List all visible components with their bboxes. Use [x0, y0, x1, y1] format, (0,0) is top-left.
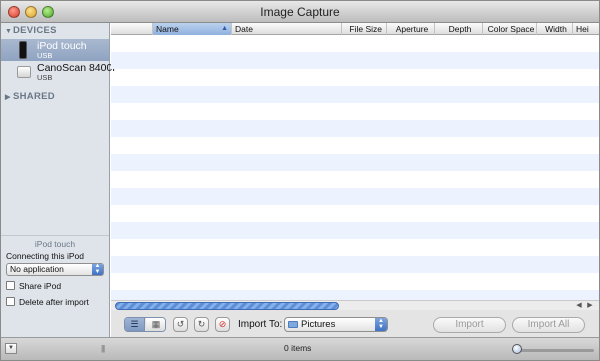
- list-view-icon[interactable]: ☰: [125, 318, 145, 331]
- popup-arrows-icon: ▲ ▼: [92, 263, 103, 275]
- panel-device-title: iPod touch: [34, 239, 76, 249]
- rotate-right-icon: ↻: [197, 319, 206, 329]
- column-label: Aperture: [395, 24, 429, 34]
- shared-section-header[interactable]: ▶ SHARED: [1, 89, 109, 105]
- table-row: [111, 35, 599, 52]
- sidebar-menu-button[interactable]: ▼: [5, 343, 17, 354]
- table-row: [111, 239, 599, 256]
- window-title: Image Capture: [260, 5, 340, 19]
- rotate-left-button[interactable]: ↺: [173, 317, 188, 332]
- share-ipod-row[interactable]: Share iPod: [1, 280, 109, 295]
- import-button[interactable]: Import: [433, 317, 506, 333]
- zoom-window-button[interactable]: [42, 6, 54, 18]
- shared-header-label: SHARED: [13, 91, 55, 102]
- table-row: [111, 256, 599, 273]
- table-row: [111, 273, 599, 290]
- device-connection: USB: [37, 73, 53, 82]
- scrollbar-thumb[interactable]: [115, 302, 339, 310]
- minimize-window-button[interactable]: [25, 6, 37, 18]
- resize-grip-icon[interactable]: |||: [101, 344, 105, 353]
- column-header-file-size[interactable]: File Size: [342, 23, 387, 35]
- column-label: Name: [156, 24, 179, 34]
- scroll-right-arrow-icon[interactable]: ▶: [586, 301, 594, 310]
- column-label: Hei: [576, 24, 589, 34]
- title-bar: Image Capture: [1, 1, 599, 23]
- status-bar: ▼ ||| 0 items: [1, 337, 599, 360]
- device-canoscan[interactable]: CanoScan 8400F USB: [1, 61, 119, 83]
- column-header-blank: [111, 23, 153, 35]
- delete-button[interactable]: ⊘: [215, 317, 230, 332]
- table-row: [111, 290, 599, 300]
- table-row: [111, 171, 599, 188]
- import-destination-value: Pictures: [301, 319, 336, 330]
- table-row: [111, 103, 599, 120]
- table-row: [111, 188, 599, 205]
- device-connection: USB: [37, 51, 53, 60]
- view-mode-control[interactable]: ☰ ▦: [124, 317, 166, 332]
- table-row: [111, 86, 599, 103]
- column-header-date[interactable]: Date: [232, 23, 342, 35]
- table-row: [111, 154, 599, 171]
- table-rows: [111, 35, 599, 300]
- import-destination-popup[interactable]: Pictures ▲ ▼: [284, 317, 388, 332]
- delete-after-import-checkbox[interactable]: [6, 297, 15, 306]
- close-window-button[interactable]: [8, 6, 20, 18]
- import-to-label: Import To:: [238, 319, 283, 330]
- table-row: [111, 120, 599, 137]
- table-row: [111, 222, 599, 239]
- column-label: Date: [235, 24, 253, 34]
- open-application-value: No application: [10, 264, 64, 274]
- ipod-icon: [19, 41, 27, 59]
- item-count: 0 items: [284, 343, 312, 353]
- popup-arrows-icon: ▲ ▼: [375, 318, 387, 331]
- column-header-color-space[interactable]: Color Space: [483, 23, 537, 35]
- connecting-opens-label: Connecting this iPod opens:: [6, 251, 84, 273]
- device-options-panel: iPod touch Connecting this iPod opens: N…: [1, 235, 109, 323]
- disclosure-down-icon[interactable]: ▼: [5, 24, 13, 40]
- scroll-left-arrow-icon[interactable]: ◀: [575, 301, 583, 310]
- sidebar: ▼DEVICES iPod touch USB CanoScan 8400F U…: [1, 23, 119, 337]
- column-header-row: Name ▲ Date File Size Aperture Depth Col…: [111, 23, 599, 35]
- table-row: [111, 69, 599, 86]
- disclosure-right-icon[interactable]: ▶: [5, 90, 13, 106]
- column-header-aperture[interactable]: Aperture: [387, 23, 435, 35]
- device-ipod-touch[interactable]: iPod touch USB: [1, 39, 109, 61]
- horizontal-scrollbar[interactable]: ◀ ▶: [111, 300, 599, 310]
- thumbnail-size-slider[interactable]: [516, 349, 594, 352]
- column-header-name[interactable]: Name ▲: [153, 23, 232, 35]
- column-label: Color Space: [487, 24, 535, 34]
- chevron-down-icon: ▼: [8, 345, 14, 351]
- table-row: [111, 137, 599, 154]
- column-header-height[interactable]: Hei: [573, 23, 599, 35]
- column-label: File Size: [349, 24, 382, 34]
- image-capture-window: Image Capture ▼DEVICES iPod touch USB Ca…: [0, 0, 600, 361]
- slider-knob[interactable]: [512, 344, 522, 354]
- table-row: [111, 205, 599, 222]
- delete-after-import-row[interactable]: Delete after import: [1, 296, 109, 311]
- folder-icon: [288, 321, 298, 328]
- sort-ascending-icon: ▲: [221, 25, 228, 32]
- share-ipod-checkbox[interactable]: [6, 281, 15, 290]
- scanner-icon: [17, 63, 31, 78]
- import-all-button[interactable]: Import All: [512, 317, 585, 333]
- icon-view-icon[interactable]: ▦: [146, 318, 165, 331]
- devices-section-header[interactable]: ▼DEVICES: [1, 23, 109, 39]
- column-label: Width: [545, 24, 567, 34]
- open-application-popup[interactable]: No application ▲ ▼: [6, 263, 104, 276]
- delete-after-import-label: Delete after import: [19, 297, 89, 307]
- rotate-right-button[interactable]: ↻: [194, 317, 209, 332]
- column-header-width[interactable]: Width: [537, 23, 573, 35]
- delete-icon: ⊘: [218, 319, 227, 329]
- devices-header-label: DEVICES: [13, 25, 57, 36]
- column-header-depth[interactable]: Depth: [435, 23, 483, 35]
- bottom-toolbar: ☰ ▦ ↺ ↻ ⊘ Import To: Pictures ▲ ▼ Import …: [111, 310, 599, 337]
- table-row: [111, 52, 599, 69]
- column-label: Depth: [448, 24, 472, 34]
- rotate-left-icon: ↺: [176, 319, 185, 329]
- file-list-table: Name ▲ Date File Size Aperture Depth Col…: [111, 23, 599, 300]
- share-ipod-label: Share iPod: [19, 281, 62, 291]
